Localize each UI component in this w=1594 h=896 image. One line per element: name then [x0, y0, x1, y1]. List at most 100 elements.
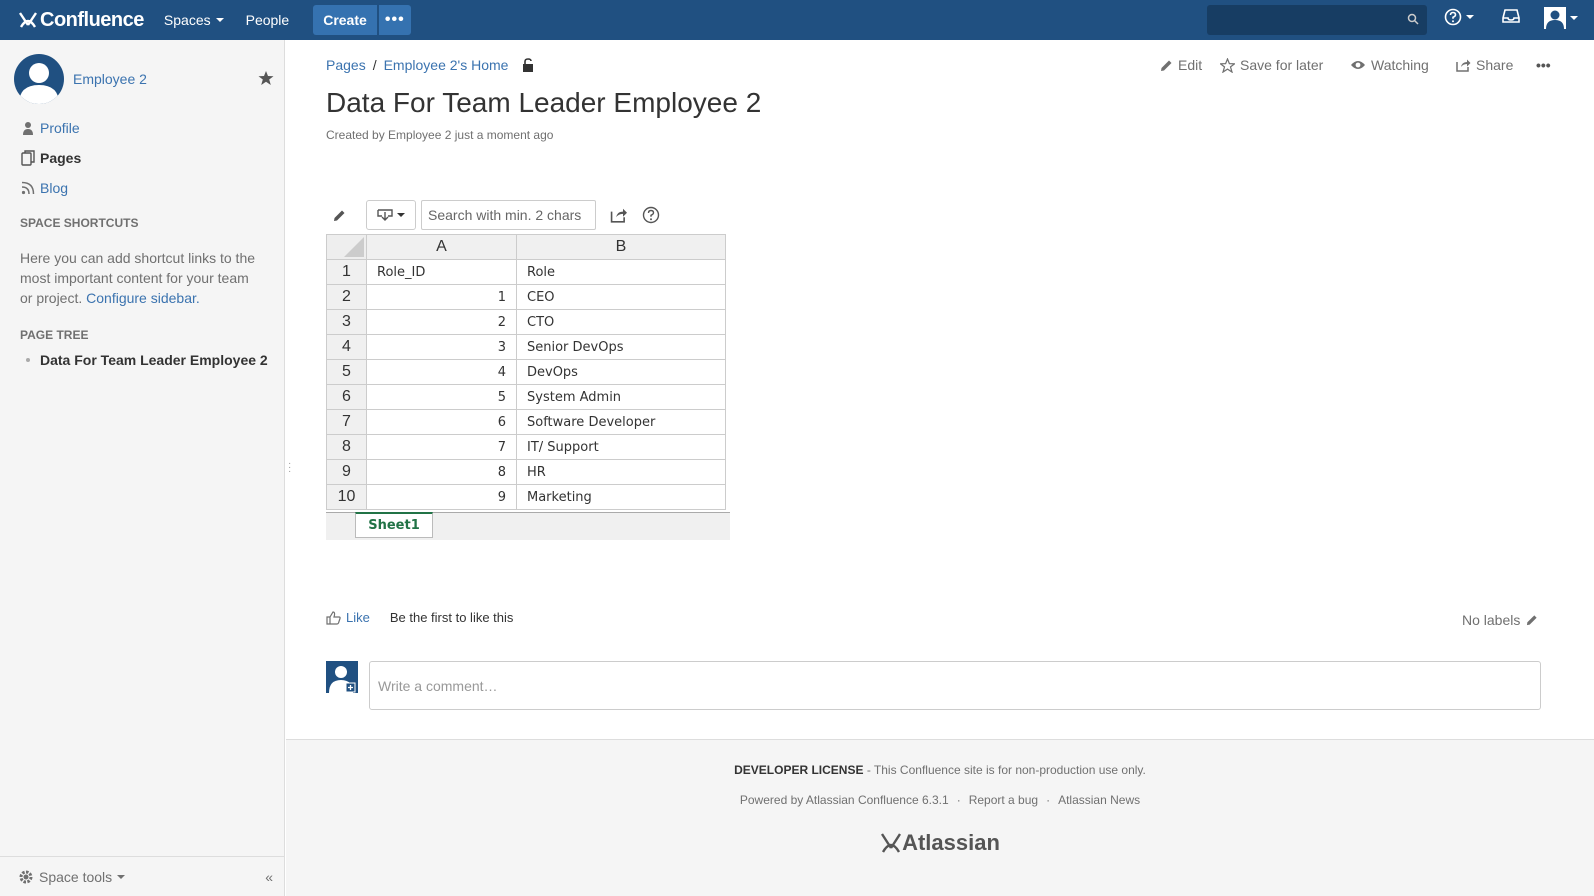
- report-bug-link[interactable]: Report a bug: [969, 793, 1038, 807]
- inbox-icon: [1502, 9, 1520, 23]
- like-button[interactable]: Like: [346, 610, 370, 625]
- cell[interactable]: 7: [366, 434, 517, 460]
- row-header[interactable]: 1: [326, 259, 367, 285]
- confluence-logo[interactable]: Confluence: [18, 9, 144, 32]
- comment-input[interactable]: [369, 661, 1541, 710]
- export-button[interactable]: [610, 207, 628, 223]
- row-header[interactable]: 5: [326, 359, 367, 385]
- configure-sidebar-link[interactable]: Configure sidebar.: [86, 290, 200, 306]
- cell[interactable]: DevOps: [516, 359, 726, 385]
- space-avatar[interactable]: [14, 54, 64, 104]
- create-button[interactable]: Create: [313, 5, 377, 35]
- download-dropdown[interactable]: [366, 200, 416, 230]
- cell[interactable]: CEO: [516, 284, 726, 310]
- space-tools-menu[interactable]: Space tools «: [0, 856, 285, 896]
- row-header[interactable]: 3: [326, 309, 367, 335]
- watching-button[interactable]: Watching: [1350, 57, 1429, 73]
- row-header[interactable]: 9: [326, 459, 367, 485]
- star-icon[interactable]: [258, 70, 274, 86]
- sidebar-item-profile[interactable]: Profile: [20, 120, 80, 136]
- share-icon: [1456, 59, 1471, 72]
- column-header-a[interactable]: A: [366, 234, 517, 260]
- corner-triangle-icon: [344, 237, 364, 257]
- page-tree-item[interactable]: Data For Team Leader Employee 2: [26, 352, 268, 368]
- edit-labels-button[interactable]: [1526, 614, 1538, 626]
- column-header-b[interactable]: B: [516, 234, 726, 260]
- license-notice: DEVELOPER LICENSE - This Confluence site…: [286, 763, 1594, 777]
- row-header[interactable]: 6: [326, 384, 367, 410]
- like-status-text: Be the first to like this: [389, 610, 514, 625]
- help-menu[interactable]: [1444, 8, 1474, 26]
- breadcrumb-pages-link[interactable]: Pages: [326, 57, 366, 73]
- page-title: Data For Team Leader Employee 2: [326, 87, 762, 118]
- atlassian-logo[interactable]: Atlassian: [286, 830, 1594, 856]
- spreadsheet-edit-button[interactable]: [326, 209, 352, 222]
- confluence-x-icon: [19, 12, 37, 28]
- save-for-later-label: Save for later: [1240, 57, 1324, 73]
- cell[interactable]: 3: [366, 334, 517, 360]
- sidebar-item-blog[interactable]: Blog: [20, 180, 68, 196]
- spreadsheet-search-input[interactable]: [421, 200, 596, 230]
- license-label: DEVELOPER LICENSE: [734, 763, 864, 777]
- space-name-link[interactable]: Employee 2: [73, 71, 147, 87]
- cell[interactable]: System Admin: [516, 384, 726, 410]
- spaces-menu[interactable]: Spaces: [164, 12, 224, 28]
- notifications-button[interactable]: [1502, 8, 1520, 24]
- chevron-down-icon: [1570, 16, 1578, 20]
- cell[interactable]: 1: [366, 284, 517, 310]
- user-menu[interactable]: [1544, 7, 1578, 29]
- cell[interactable]: Senior DevOps: [516, 334, 726, 360]
- footer-links: Powered by Atlassian Confluence 6.3.1 · Re…: [739, 793, 1141, 807]
- sheet-tab-sheet1[interactable]: Sheet1: [355, 512, 433, 538]
- commenter-avatar: [326, 661, 358, 693]
- sidebar-resize-handle[interactable]: · · ·: [288, 459, 291, 477]
- select-all-corner[interactable]: [326, 234, 367, 260]
- share-button[interactable]: Share: [1456, 57, 1513, 73]
- row-header[interactable]: 8: [326, 434, 367, 460]
- people-link[interactable]: People: [246, 12, 290, 28]
- cell[interactable]: 2: [366, 309, 517, 335]
- cell[interactable]: 5: [366, 384, 517, 410]
- row-header[interactable]: 2: [326, 284, 367, 310]
- cell[interactable]: 9: [366, 484, 517, 510]
- page-tree-item-label: Data For Team Leader Employee 2: [40, 352, 268, 368]
- page-byline: Created by Employee 2 just a moment ago: [326, 128, 554, 142]
- space-tools-label: Space tools: [39, 868, 113, 885]
- cell[interactable]: CTO: [516, 309, 726, 335]
- cell[interactable]: HR: [516, 459, 726, 485]
- cell[interactable]: 6: [366, 409, 517, 435]
- powered-by-link[interactable]: Powered by Atlassian Confluence 6.3.1: [740, 793, 949, 807]
- pencil-icon: [1527, 615, 1537, 626]
- cell[interactable]: Marketing: [516, 484, 726, 510]
- edit-button[interactable]: Edit: [1160, 57, 1202, 73]
- more-actions-button[interactable]: •••: [1536, 57, 1551, 73]
- sheet-tabs-bar: Sheet1: [326, 512, 730, 540]
- search-input[interactable]: [1207, 5, 1427, 35]
- cell[interactable]: Role_ID: [366, 259, 517, 285]
- row-header[interactable]: 7: [326, 409, 367, 435]
- save-for-later-button[interactable]: Save for later: [1220, 57, 1323, 73]
- table-row: 6 5 System Admin: [326, 384, 726, 410]
- row-header[interactable]: 10: [326, 484, 367, 510]
- cell[interactable]: IT/ Support: [516, 434, 726, 460]
- thumbs-up-icon[interactable]: [326, 610, 341, 625]
- atlassian-x-icon: [881, 833, 902, 853]
- unlocked-icon[interactable]: [522, 58, 534, 72]
- space-shortcuts-text: Here you can add shortcut links to the m…: [20, 248, 265, 308]
- space-shortcuts-heading: SPACE SHORTCUTS: [20, 216, 139, 230]
- people-label: People: [245, 12, 290, 28]
- collapse-sidebar-button[interactable]: «: [265, 869, 273, 885]
- gear-icon: [19, 870, 33, 883]
- help-button[interactable]: [642, 206, 660, 224]
- cell[interactable]: Software Developer: [516, 409, 726, 435]
- license-text: - This Confluence site is for non-produc…: [863, 763, 1146, 777]
- cell[interactable]: 8: [366, 459, 517, 485]
- cell[interactable]: Role: [516, 259, 726, 285]
- create-more-button[interactable]: •••: [378, 5, 411, 35]
- cell[interactable]: 4: [366, 359, 517, 385]
- sidebar-item-pages[interactable]: Pages: [20, 150, 81, 166]
- breadcrumb-home-link[interactable]: Employee 2's Home: [384, 57, 509, 73]
- atlassian-news-link[interactable]: Atlassian News: [1058, 793, 1140, 807]
- row-header[interactable]: 4: [326, 334, 367, 360]
- table-row: 1 Role_ID Role: [326, 259, 726, 285]
